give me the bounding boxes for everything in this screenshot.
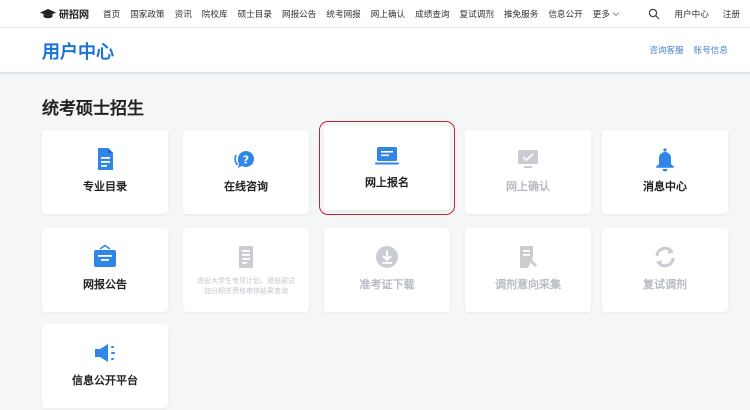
tile-label: 网报公告 <box>83 278 127 291</box>
tile-online-confirmation[interactable]: 网上确认 <box>465 130 591 214</box>
nav-item-adjustment[interactable]: 复试调剂 <box>460 8 494 20</box>
nav-item-catalog[interactable]: 硕士目录 <box>238 8 272 20</box>
chevron-down-icon <box>612 11 620 16</box>
tile-adjustment-intention[interactable]: 调剂意向采集 <box>465 228 591 312</box>
tile-label: 准考证下载 <box>359 278 415 291</box>
nav-right: 用户中心 注册 <box>648 8 744 20</box>
bell-icon <box>656 148 674 172</box>
tile-retest-adjustment[interactable]: 复试调剂 <box>602 228 728 312</box>
edit-document-icon <box>520 246 537 268</box>
tile-online-consultation[interactable]: ? 在线咨询 <box>183 130 309 214</box>
question-chat-icon: ? <box>234 150 254 168</box>
nav-item-disclosure[interactable]: 信息公开 <box>548 8 582 20</box>
search-icon[interactable] <box>648 8 660 20</box>
tile-label: 调剂意向采集 <box>495 278 561 291</box>
document-list-icon <box>98 148 113 170</box>
top-navigation: 研招网 首页 国家政策 资讯 院校库 硕士目录 网报公告 统考网报 网上确认 成… <box>0 0 750 28</box>
svg-text:?: ? <box>243 154 249 167</box>
register-link[interactable]: 注册 <box>723 8 740 20</box>
nav-item-news[interactable]: 资讯 <box>175 8 192 20</box>
tile-description: 退役大学生专项计划、退役硕试 加分相关资格审核结果查询 <box>197 277 295 295</box>
nav-item-announcements[interactable]: 网报公告 <box>282 8 316 20</box>
tile-label: 信息公开平台 <box>72 374 138 387</box>
page-header: 用户中心 咨询客服 账号信息 <box>0 28 750 74</box>
nav-item-home[interactable]: 首页 <box>103 8 120 20</box>
tile-message-center[interactable]: 消息中心 <box>602 130 728 214</box>
laptop-icon <box>375 147 399 165</box>
section-title: 统考硕士招生 <box>42 99 144 119</box>
nav-item-recommendation[interactable]: 推免服务 <box>504 8 538 20</box>
tile-label: 在线咨询 <box>224 180 268 193</box>
nav-item-schools[interactable]: 院校库 <box>202 8 228 20</box>
nav-item-confirmation[interactable]: 网上确认 <box>371 8 405 20</box>
tile-label: 消息中心 <box>643 180 687 193</box>
nav-item-policy[interactable]: 国家政策 <box>130 8 164 20</box>
form-document-icon <box>239 246 253 268</box>
account-info-link[interactable]: 账号信息 <box>694 44 728 56</box>
nav-menu: 首页 国家政策 资讯 院校库 硕士目录 网报公告 统考网报 网上确认 成绩查询 … <box>103 8 648 20</box>
refresh-icon <box>655 246 675 268</box>
confirm-screen-icon <box>518 150 538 168</box>
tile-label: 网上报名 <box>365 176 409 189</box>
tile-program-catalog[interactable]: 专业目录 <box>42 130 168 214</box>
nav-more-menu[interactable]: 更多 <box>593 8 620 20</box>
graduation-cap-icon <box>40 8 56 18</box>
user-center-link[interactable]: 用户中心 <box>674 8 708 20</box>
customer-service-link[interactable]: 咨询客服 <box>649 44 683 56</box>
nav-item-scores[interactable]: 成绩查询 <box>415 8 449 20</box>
tile-admission-ticket-download[interactable]: 准考证下载 <box>324 228 450 312</box>
page-title: 用户中心 <box>42 42 114 63</box>
nav-more-label: 更多 <box>592 9 610 20</box>
header-links: 咨询客服 账号信息 <box>639 44 728 56</box>
brand-logo[interactable]: 研招网 <box>40 6 89 21</box>
notice-bag-icon <box>94 244 116 267</box>
tile-label: 复试调剂 <box>643 278 687 291</box>
tile-label: 专业目录 <box>83 180 127 193</box>
megaphone-icon <box>95 344 115 362</box>
nav-item-registration[interactable]: 统考网报 <box>326 8 360 20</box>
download-circle-icon <box>376 246 398 268</box>
brand-name: 研招网 <box>59 10 89 21</box>
tile-online-registration[interactable]: 网上报名 <box>319 121 455 215</box>
tile-label: 网上确认 <box>506 180 550 193</box>
tile-registration-notice[interactable]: 网报公告 <box>42 228 168 312</box>
tile-information-disclosure-platform[interactable]: 信息公开平台 <box>42 324 168 408</box>
tile-veteran-qualification-query[interactable]: 退役大学生专项计划、退役硕试 加分相关资格审核结果查询 <box>183 228 309 312</box>
